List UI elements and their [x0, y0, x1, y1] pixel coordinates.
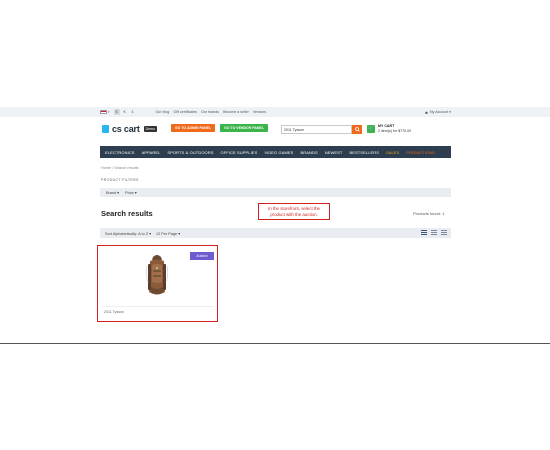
nav-item-electronics[interactable]: ELECTRONICS — [105, 150, 135, 155]
language-flag-icon[interactable] — [100, 110, 107, 114]
auction-badge: Auction — [190, 252, 214, 260]
search-button[interactable] — [352, 125, 362, 134]
products-found-count: Products found: 1 — [413, 211, 445, 216]
currency-gbp[interactable]: £ — [130, 109, 136, 115]
backpack-image[interactable] — [144, 252, 170, 302]
language-caret[interactable]: ▾ — [108, 110, 110, 114]
go-to-admin-panel-button[interactable]: GO TO ADMIN PANEL — [171, 124, 215, 132]
page-bottom-divider — [0, 343, 550, 344]
top-bar-inner: ▾ $ € £ Our blog Gift certificates Our b… — [100, 107, 451, 117]
link-our-blog[interactable]: Our blog — [156, 110, 170, 114]
logo-mark-icon — [102, 125, 109, 133]
instruction-callout: In the storefront, select the product wi… — [258, 203, 330, 220]
link-gift-certificates[interactable]: Gift certificates — [173, 110, 197, 114]
my-account-label: My Account ▾ — [429, 110, 451, 114]
nav-item-promotions[interactable]: PROMOTIONS — [406, 150, 434, 155]
nav-item-sales[interactable]: SALES — [386, 150, 399, 155]
nav-item-newest[interactable]: NEWEST — [325, 150, 343, 155]
callout-line-2: product with the auction. — [270, 211, 318, 217]
sort-dropdown[interactable]: Sort Alphabetically: A to Z ▾ — [105, 231, 151, 236]
sort-bar: Sort Alphabetically: A to Z ▾ 12 Per Pag… — [100, 228, 451, 238]
nav-item-sports-outdoors[interactable]: SPORTS & OUTDOORS — [167, 150, 213, 155]
mini-cart[interactable]: MY CART 2 item(s) for $770.00 — [378, 124, 411, 133]
breadcrumb[interactable]: Home / Search results — [101, 166, 139, 170]
cart-icon[interactable]: 🛒 — [367, 125, 375, 133]
per-page-dropdown[interactable]: 12 Per Page ▾ — [156, 231, 180, 236]
filters-bar: Brand ▾ Price ▾ — [100, 188, 451, 197]
cs-cart-logo[interactable]: cs cart Demo — [102, 124, 157, 134]
product-name-link[interactable]: 2011 Tysson — [104, 310, 124, 314]
cart-summary: 2 item(s) for $770.00 — [378, 128, 412, 133]
nav-item-office-supplies[interactable]: OFFICE SUPPLIES — [221, 150, 258, 155]
product-filters-title: PRODUCT FILTERS — [101, 178, 139, 182]
site-header: cs cart Demo GO TO ADMIN PANEL GO TO VEN… — [100, 121, 451, 137]
view-switcher — [421, 230, 447, 236]
grid-view-icon[interactable] — [421, 230, 427, 236]
link-our-brands[interactable]: Our brands — [201, 110, 219, 114]
link-become-seller[interactable]: Become a seller — [223, 110, 249, 114]
currency-eur[interactable]: € — [122, 109, 128, 115]
demo-badge: Demo — [143, 126, 157, 132]
product-card[interactable]: Auction 2011 Tysson — [97, 245, 218, 322]
nav-item-brands[interactable]: BRANDS — [300, 150, 317, 155]
search-icon — [354, 127, 360, 132]
filter-price-dropdown[interactable]: Price ▾ — [125, 190, 137, 195]
page-title: Search results — [101, 209, 153, 218]
compact-list-view-icon[interactable] — [441, 230, 447, 236]
product-divider — [102, 306, 214, 307]
top-links: Our blog Gift certificates Our brands Be… — [156, 110, 267, 114]
nav-item-video-games[interactable]: VIDEO GAMES — [264, 150, 293, 155]
currency-usd[interactable]: $ — [113, 109, 120, 115]
person-icon: ☻ — [424, 109, 429, 115]
top-bar: ▾ $ € £ Our blog Gift certificates Our b… — [0, 107, 550, 117]
logo-text: cs cart — [112, 124, 140, 134]
filter-brand-dropdown[interactable]: Brand ▾ — [106, 190, 119, 195]
nav-item-apparel[interactable]: APPAREL — [142, 150, 161, 155]
search-input[interactable]: 2011 Tysson — [281, 125, 352, 134]
link-vendors[interactable]: Vendors — [253, 110, 266, 114]
main-nav: ELECTRONICS APPAREL SPORTS & OUTDOORS OF… — [100, 146, 451, 158]
go-to-vendor-panel-button[interactable]: GO TO VENDOR PANEL — [220, 124, 268, 132]
list-view-icon[interactable] — [431, 230, 437, 236]
my-account-menu[interactable]: ☻ My Account ▾ — [424, 110, 451, 115]
nav-item-bestsellers[interactable]: BESTSELLERS — [349, 150, 379, 155]
callout-line-1: In the storefront, select the — [268, 206, 320, 211]
